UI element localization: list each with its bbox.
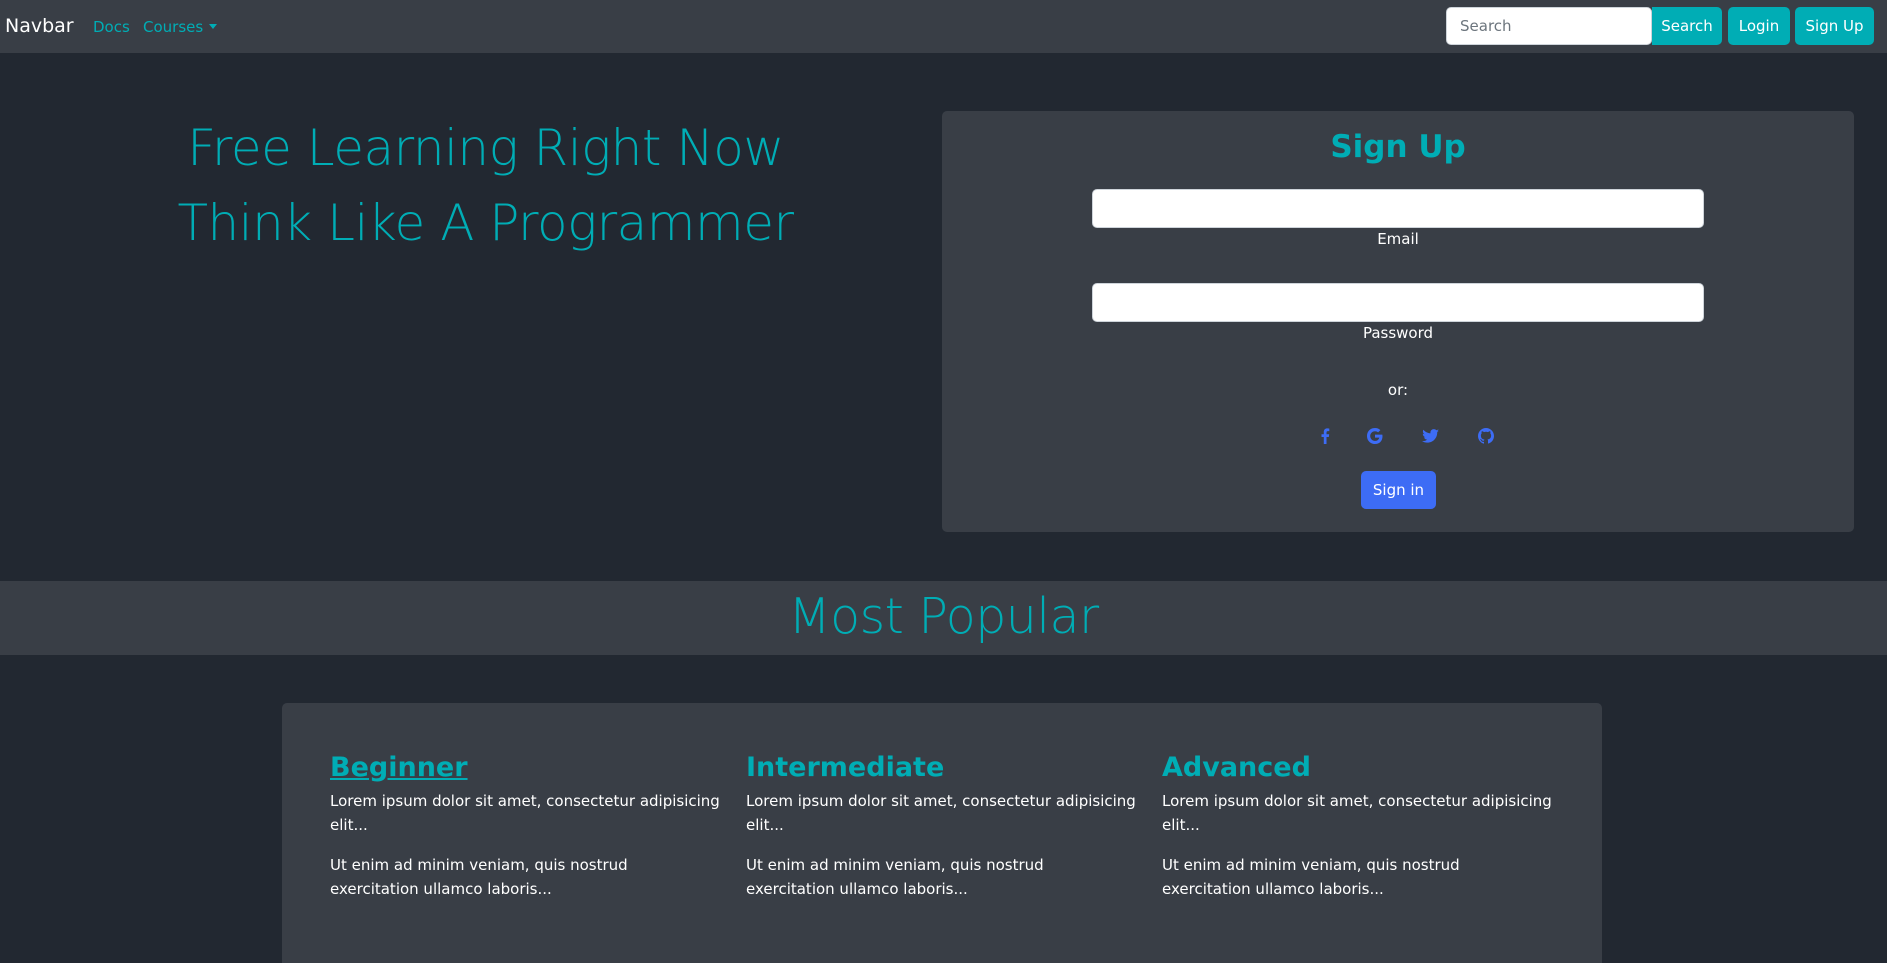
- course-description: Lorem ipsum dolor sit amet, consectetur …: [1162, 792, 1552, 834]
- github-icon[interactable]: [1474, 424, 1498, 448]
- course-column-intermediate: Intermediate Lorem ipsum dolor sit amet,…: [746, 751, 1136, 917]
- most-popular-banner: Most Popular: [0, 581, 1887, 655]
- signup-button[interactable]: Sign Up: [1795, 7, 1874, 45]
- email-field[interactable]: [1092, 189, 1704, 228]
- hero-heading-line2: Think Like A Programmer: [177, 194, 794, 252]
- navbar-brand[interactable]: Navbar: [5, 14, 74, 38]
- twitter-icon[interactable]: [1418, 424, 1442, 448]
- login-button[interactable]: Login: [1728, 7, 1790, 45]
- signup-title: Sign Up: [1330, 129, 1466, 165]
- nav-dropdown-courses-label: Courses: [143, 18, 204, 36]
- password-field[interactable]: [1092, 283, 1704, 322]
- course-column-beginner: Beginner Lorem ipsum dolor sit amet, con…: [330, 751, 720, 917]
- course-title-intermediate: Intermediate: [746, 752, 945, 783]
- course-description: Ut enim ad minim veniam, quis nostrud ex…: [330, 856, 628, 898]
- email-label: Email: [1377, 230, 1419, 248]
- nav-dropdown-courses[interactable]: Courses: [143, 17, 218, 37]
- navbar: Navbar Docs Courses Search Login Sign Up: [0, 0, 1887, 53]
- most-popular-title: Most Popular: [788, 588, 1099, 645]
- course-description: Lorem ipsum dolor sit amet, consectetur …: [330, 792, 720, 834]
- course-description: Lorem ipsum dolor sit amet, consectetur …: [746, 792, 1136, 834]
- course-description: Ut enim ad minim veniam, quis nostrud ex…: [746, 856, 1044, 898]
- search-input[interactable]: [1446, 7, 1652, 45]
- nav-link-docs[interactable]: Docs: [93, 17, 130, 37]
- course-title-beginner[interactable]: Beginner: [330, 751, 720, 785]
- search-button[interactable]: Search: [1652, 7, 1722, 45]
- caret-down-icon: [209, 24, 218, 29]
- course-description: Ut enim ad minim veniam, quis nostrud ex…: [1162, 856, 1460, 898]
- course-title-advanced: Advanced: [1162, 752, 1311, 783]
- hero-heading-line1: Free Learning Right Now: [187, 119, 784, 177]
- or-label: or:: [1387, 381, 1409, 399]
- facebook-icon[interactable]: [1313, 424, 1337, 448]
- course-column-advanced: Advanced Lorem ipsum dolor sit amet, con…: [1162, 751, 1552, 917]
- signin-button[interactable]: Sign in: [1361, 471, 1436, 509]
- google-icon[interactable]: [1363, 424, 1387, 448]
- courses-card: Beginner Lorem ipsum dolor sit amet, con…: [282, 703, 1602, 963]
- signup-card: Sign Up Email Password or: Sign in: [942, 111, 1854, 532]
- password-label: Password: [1362, 324, 1434, 342]
